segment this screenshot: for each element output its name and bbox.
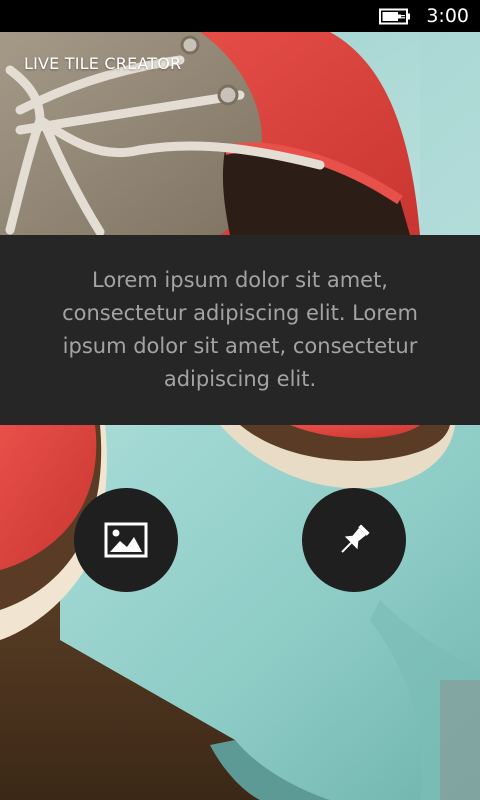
phone-screen: 3:00 LIVE TILE CREATOR Lorem ipsum dolor… <box>0 0 480 800</box>
tile-text-panel: Lorem ipsum dolor sit amet, consectetur … <box>0 235 480 425</box>
choose-image-button[interactable] <box>74 488 178 592</box>
status-clock: 3:00 <box>426 5 469 27</box>
app-title: LIVE TILE CREATOR <box>24 54 182 73</box>
pin-icon <box>341 524 370 553</box>
status-bar: 3:00 <box>0 0 480 32</box>
battery-charging-icon <box>379 8 410 25</box>
pin-to-start-button[interactable] <box>302 488 406 592</box>
image-icon <box>104 522 148 558</box>
tile-text: Lorem ipsum dolor sit amet, consectetur … <box>62 268 418 391</box>
